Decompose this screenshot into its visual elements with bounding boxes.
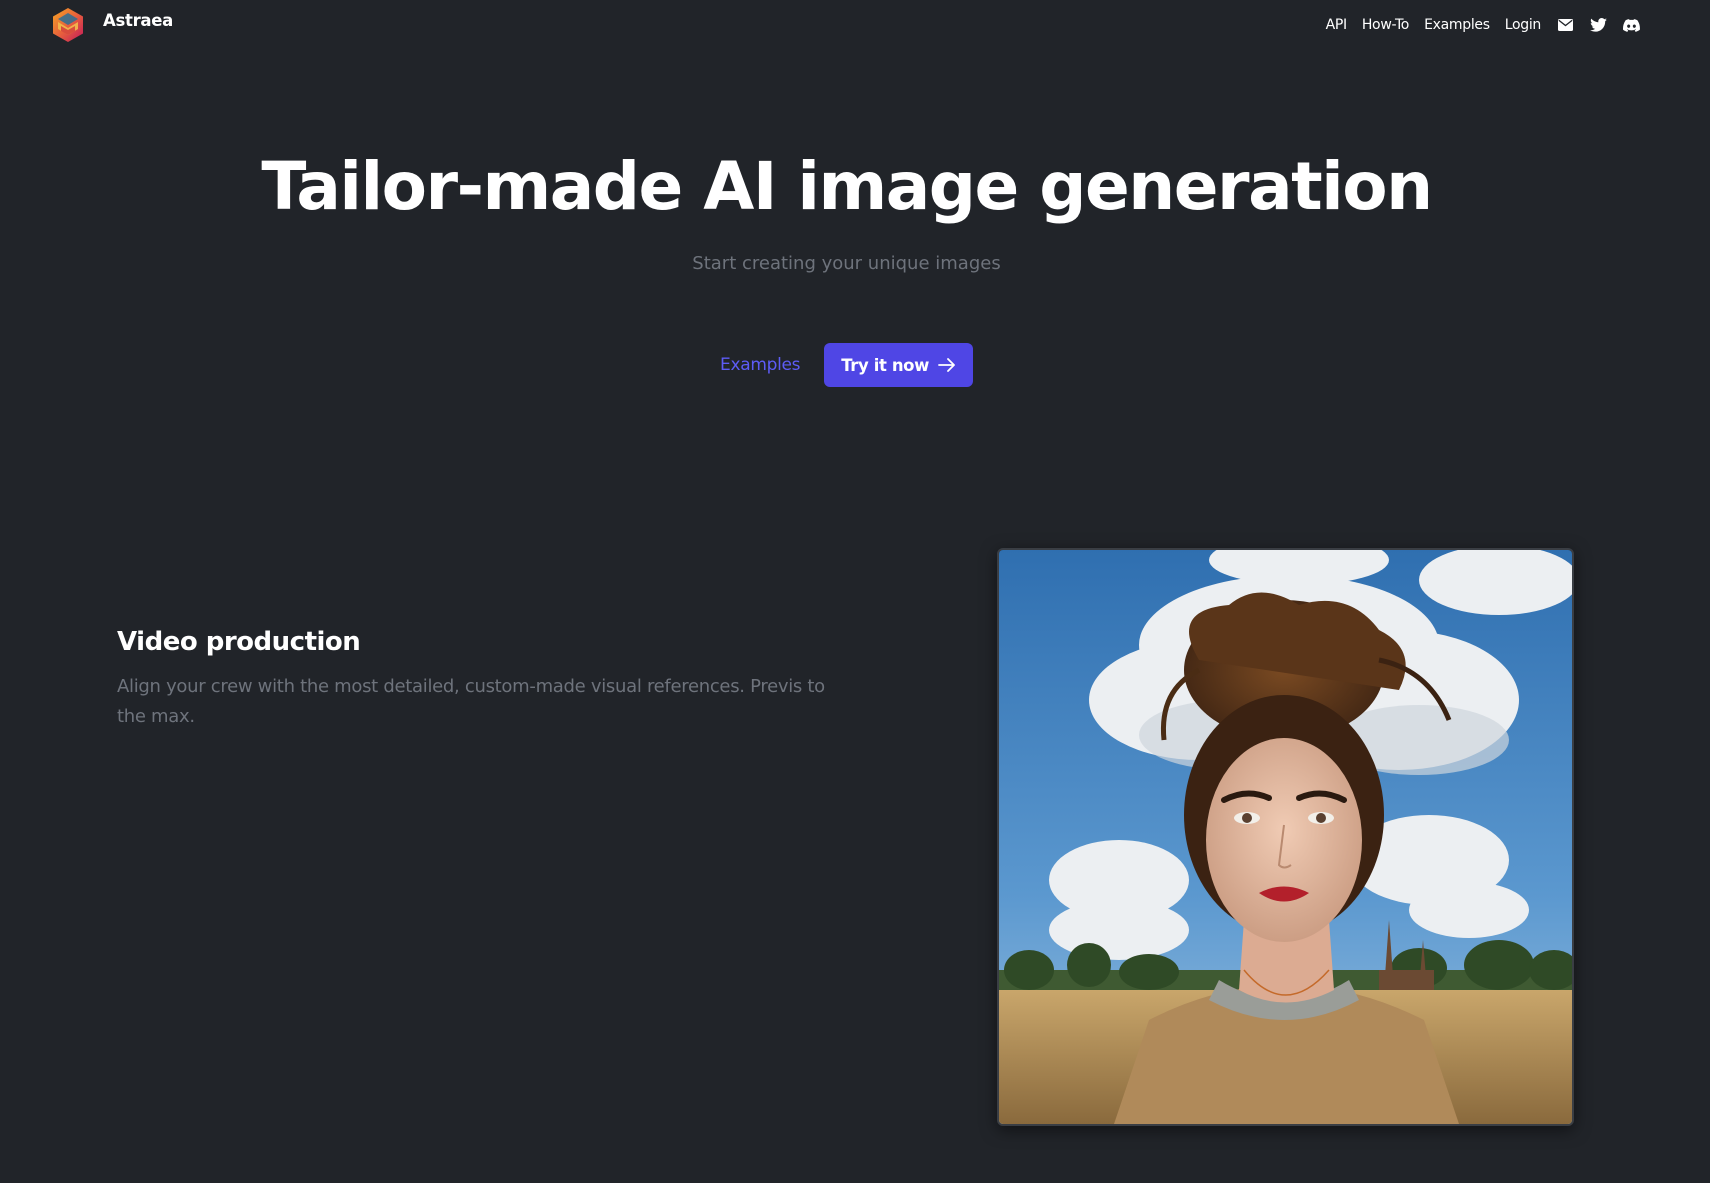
hero-title: Tailor-made AI image generation <box>261 148 1433 225</box>
nav-link-api[interactable]: API <box>1326 17 1348 33</box>
discord-icon[interactable] <box>1623 17 1640 34</box>
feature-title: Video production <box>117 627 361 657</box>
top-nav: API How-To Examples Login <box>1326 14 1640 36</box>
hero-cta-row: Examples Try it now <box>0 343 1693 387</box>
examples-link[interactable]: Examples <box>720 355 801 375</box>
nav-link-examples[interactable]: Examples <box>1424 17 1490 33</box>
mail-icon[interactable] <box>1557 17 1574 34</box>
feature-description: Align your crew with the most detailed, … <box>117 676 825 727</box>
site-header: Astraea API How-To Examples Login <box>0 0 1710 50</box>
twitter-icon[interactable] <box>1590 17 1607 34</box>
try-it-now-button[interactable]: Try it now <box>824 343 973 387</box>
astraea-logo-icon[interactable] <box>50 7 86 43</box>
brand-name[interactable]: Astraea <box>103 11 173 30</box>
hero-subtitle: Start creating your unique images <box>692 253 1001 274</box>
nav-link-login[interactable]: Login <box>1505 17 1542 33</box>
try-it-now-label: Try it now <box>841 355 929 375</box>
feature-portrait-image <box>997 548 1574 1126</box>
nav-link-how-to[interactable]: How-To <box>1362 17 1410 33</box>
arrow-right-icon <box>938 358 956 372</box>
